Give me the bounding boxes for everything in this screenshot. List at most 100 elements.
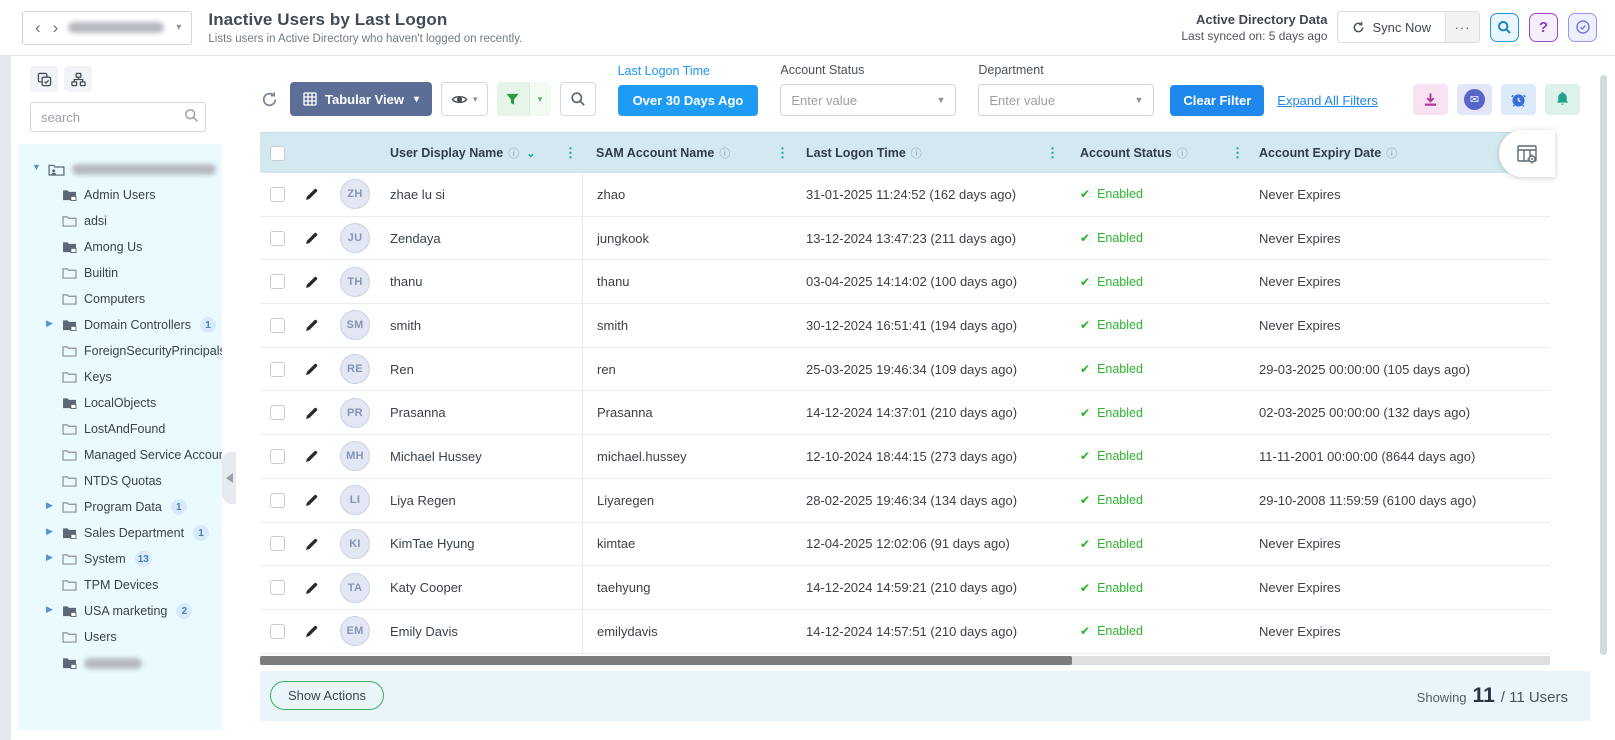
- tree-node[interactable]: Computers: [34, 286, 216, 312]
- multi-select-button[interactable]: [30, 66, 58, 92]
- table-row[interactable]: LI Liya Regen Liyaregen 28-02-2025 19:46…: [260, 478, 1550, 523]
- forward-arrow-icon[interactable]: ›: [51, 19, 61, 36]
- account-status-select[interactable]: Enter value ▼: [780, 84, 957, 116]
- tree-node[interactable]: Keys: [34, 364, 216, 390]
- chevron-down-icon[interactable]: ▾: [176, 22, 181, 33]
- table-row[interactable]: SM smith smith 30-12-2024 16:51:41 (194 …: [260, 304, 1550, 348]
- row-checkbox[interactable]: [269, 536, 285, 552]
- collapsed-arrow-icon[interactable]: ▶: [46, 553, 53, 562]
- edit-user-button[interactable]: [294, 537, 330, 551]
- back-arrow-icon[interactable]: ‹: [33, 19, 43, 36]
- table-row[interactable]: TH thanu thanu 03-04-2025 14:14:02 (100 …: [260, 260, 1550, 305]
- scheduled-tasks-button[interactable]: [1568, 12, 1597, 42]
- edit-user-button[interactable]: [294, 493, 330, 507]
- column-menu-icon[interactable]: ⋮: [776, 145, 789, 161]
- table-row[interactable]: MH Michael Hussey michael.hussey 12-10-2…: [260, 435, 1550, 479]
- horizontal-scrollbar-thumb[interactable]: [260, 655, 1072, 665]
- row-checkbox[interactable]: [269, 361, 285, 377]
- global-search-button[interactable]: [1490, 12, 1519, 42]
- collapsed-arrow-icon[interactable]: ▶: [46, 319, 53, 328]
- tree-node[interactable]: [34, 650, 216, 676]
- expand-all-filters-link[interactable]: Expand All Filters: [1277, 85, 1377, 116]
- sync-now-button[interactable]: Sync Now: [1338, 12, 1445, 43]
- domain-navigator[interactable]: ‹ › ▾: [22, 10, 193, 45]
- sync-more-button[interactable]: ···: [1445, 12, 1479, 43]
- tree-node[interactable]: ▼: [32, 156, 216, 182]
- table-row[interactable]: KI KimTae Hyung kimtae 12-04-2025 12:02:…: [260, 522, 1550, 567]
- row-checkbox[interactable]: [269, 492, 285, 508]
- tree-node[interactable]: ▶ System 13: [34, 546, 216, 572]
- edit-user-button[interactable]: [294, 187, 330, 201]
- filter-last-logon-value-chip[interactable]: Over 30 Days Ago: [617, 85, 759, 116]
- tree-node[interactable]: ForeignSecurityPrincipals: [34, 338, 222, 364]
- table-row[interactable]: RE Ren ren 25-03-2025 19:46:34 (109 days…: [260, 347, 1550, 392]
- row-checkbox[interactable]: [269, 623, 285, 639]
- reset-view-button[interactable]: [260, 90, 279, 109]
- sidebar-collapse-handle[interactable]: [222, 452, 236, 504]
- collapsed-arrow-icon[interactable]: ▶: [46, 527, 53, 536]
- table-row[interactable]: EM Emily Davis emilydavis 14-12-2024 14:…: [260, 609, 1550, 654]
- row-checkbox[interactable]: [269, 186, 285, 202]
- column-header-last-logon[interactable]: Last Logon Time ⓘ ⋮: [794, 133, 1064, 173]
- table-row[interactable]: ZH zhae lu si zhao 31-01-2025 11:24:52 (…: [260, 173, 1550, 217]
- edit-user-button[interactable]: [294, 318, 330, 332]
- notifications-button[interactable]: [1545, 83, 1580, 115]
- info-icon[interactable]: ⓘ: [1386, 145, 1397, 161]
- tree-node[interactable]: TPM Devices: [34, 572, 216, 598]
- tree-node[interactable]: Builtin: [34, 260, 216, 286]
- column-menu-icon[interactable]: ⋮: [1046, 145, 1059, 161]
- edit-user-button[interactable]: [294, 581, 330, 595]
- edit-user-button[interactable]: [294, 624, 330, 638]
- info-icon[interactable]: ⓘ: [1177, 145, 1188, 161]
- funnel-filter-icon[interactable]: [496, 82, 529, 116]
- table-row[interactable]: PR Prasanna Prasanna 14-12-2024 14:37:01…: [260, 391, 1550, 436]
- table-row[interactable]: JU Zendaya jungkook 13-12-2024 13:47:23 …: [260, 216, 1550, 261]
- column-settings-button[interactable]: [1499, 130, 1555, 177]
- tree-node[interactable]: LostAndFound: [34, 416, 216, 442]
- tabular-view-button[interactable]: Tabular View ▾: [290, 82, 433, 116]
- edit-user-button[interactable]: [294, 449, 330, 463]
- tree-node[interactable]: Admin Users: [34, 182, 216, 208]
- clear-filter-button[interactable]: Clear Filter: [1170, 85, 1265, 116]
- tree-node[interactable]: ▶ Sales Department 1: [34, 520, 216, 546]
- column-menu-icon[interactable]: ⋮: [564, 145, 577, 161]
- collapsed-arrow-icon[interactable]: ▶: [46, 501, 53, 510]
- horizontal-scrollbar[interactable]: [260, 655, 1550, 665]
- tree-node[interactable]: ▶ USA marketing 2: [34, 598, 216, 624]
- tree-node[interactable]: LocalObjects: [34, 390, 216, 416]
- select-all-checkbox[interactable]: [269, 145, 285, 161]
- expanded-arrow-icon[interactable]: ▼: [32, 163, 41, 172]
- row-checkbox[interactable]: [269, 317, 285, 333]
- edit-user-button[interactable]: [294, 406, 330, 420]
- row-checkbox[interactable]: [269, 448, 285, 464]
- tree-node[interactable]: Managed Service Accounts: [34, 442, 222, 468]
- hierarchy-view-button[interactable]: [64, 66, 92, 92]
- tree-node[interactable]: ▶ Domain Controllers 1: [34, 312, 216, 338]
- row-checkbox[interactable]: [269, 580, 285, 596]
- column-header-sam-account[interactable]: SAM Account Name ⓘ ⋮: [582, 133, 794, 173]
- tree-node[interactable]: NTDS Quotas: [34, 468, 216, 494]
- row-checkbox[interactable]: [269, 405, 285, 421]
- info-icon[interactable]: ⓘ: [508, 145, 519, 161]
- collapsed-arrow-icon[interactable]: ▶: [46, 605, 53, 614]
- edit-user-button[interactable]: [294, 362, 330, 376]
- column-menu-icon[interactable]: ⋮: [1231, 145, 1244, 161]
- filter-menu-button[interactable]: ▾: [496, 82, 551, 116]
- show-actions-button[interactable]: Show Actions: [270, 681, 385, 711]
- row-checkbox[interactable]: [269, 230, 285, 246]
- vertical-scrollbar[interactable]: [1600, 75, 1607, 655]
- help-button[interactable]: ?: [1529, 12, 1558, 42]
- column-header-display-name[interactable]: User Display Name ⓘ ⌄ ⋮: [382, 133, 582, 173]
- table-search-button[interactable]: [559, 82, 596, 116]
- tree-node[interactable]: ▶ Program Data 1: [34, 494, 216, 520]
- tree-node[interactable]: Users: [34, 624, 216, 650]
- sort-chevron-icon[interactable]: ⌄: [526, 147, 535, 160]
- tree-node[interactable]: Among Us: [34, 234, 216, 260]
- column-header-account-status[interactable]: Account Status ⓘ ⋮: [1064, 133, 1249, 173]
- sidebar-search-input[interactable]: [30, 102, 206, 132]
- edit-user-button[interactable]: [294, 275, 330, 289]
- row-checkbox[interactable]: [269, 274, 285, 290]
- department-select[interactable]: Enter value ▼: [978, 84, 1155, 116]
- info-icon[interactable]: ⓘ: [911, 145, 922, 161]
- feedback-chat-button[interactable]: ✉: [1457, 83, 1492, 115]
